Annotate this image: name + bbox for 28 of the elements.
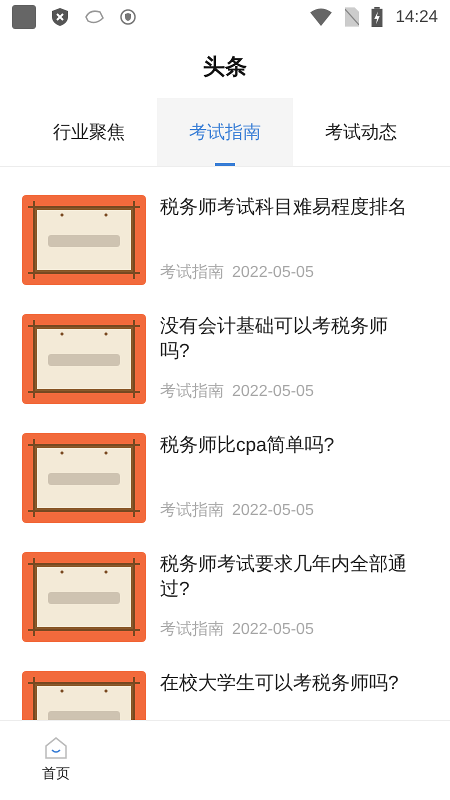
article-title: 税务师考试科目难易程度排名 <box>160 196 408 220</box>
article-date: 2022-05-05 <box>232 620 314 640</box>
article-item[interactable]: 税务师比cpa简单吗? 考试指南 2022-05-05 <box>0 433 450 552</box>
wifi-icon <box>309 8 334 26</box>
article-category: 考试指南 <box>160 620 224 640</box>
article-category: 考试指南 <box>160 382 224 402</box>
status-time: 14:24 <box>395 6 438 28</box>
page-title: 头条 <box>203 52 247 80</box>
article-date: 2022-05-05 <box>232 382 314 402</box>
nav-tab[interactable]: 首页 <box>0 737 112 784</box>
article-title: 税务师比cpa简单吗? <box>160 434 336 458</box>
article-item[interactable]: 没有会计基础可以考税务师吗? 考试指南 2022-05-05 <box>0 314 450 433</box>
article-item[interactable]: 税务师考试要求几年内全部通过? 考试指南 2022-05-05 <box>0 552 450 671</box>
article-title: 没有会计基础可以考税务师吗? <box>160 315 389 364</box>
shield-icon <box>52 8 68 26</box>
no-sim-icon <box>345 7 360 27</box>
article-title: 税务师考试要求几年内全部通过? <box>160 553 408 602</box>
article-date: 2022-05-05 <box>232 263 314 283</box>
article-item[interactable]: 税务师考试科目难易程度排名 考试指南 2022-05-05 <box>0 195 450 314</box>
home-icon <box>45 737 67 759</box>
article-category: 考试指南 <box>160 500 224 521</box>
battery-charging-icon <box>371 7 384 27</box>
app-notification-icon <box>12 5 36 29</box>
article-date: 2022-05-05 <box>232 501 314 521</box>
tab[interactable]: 考试指南 <box>157 98 293 166</box>
shield-badge-icon <box>120 9 136 25</box>
article-title: 在校大学生可以考税务师吗? <box>160 672 400 696</box>
article-category: 考试指南 <box>160 262 224 283</box>
